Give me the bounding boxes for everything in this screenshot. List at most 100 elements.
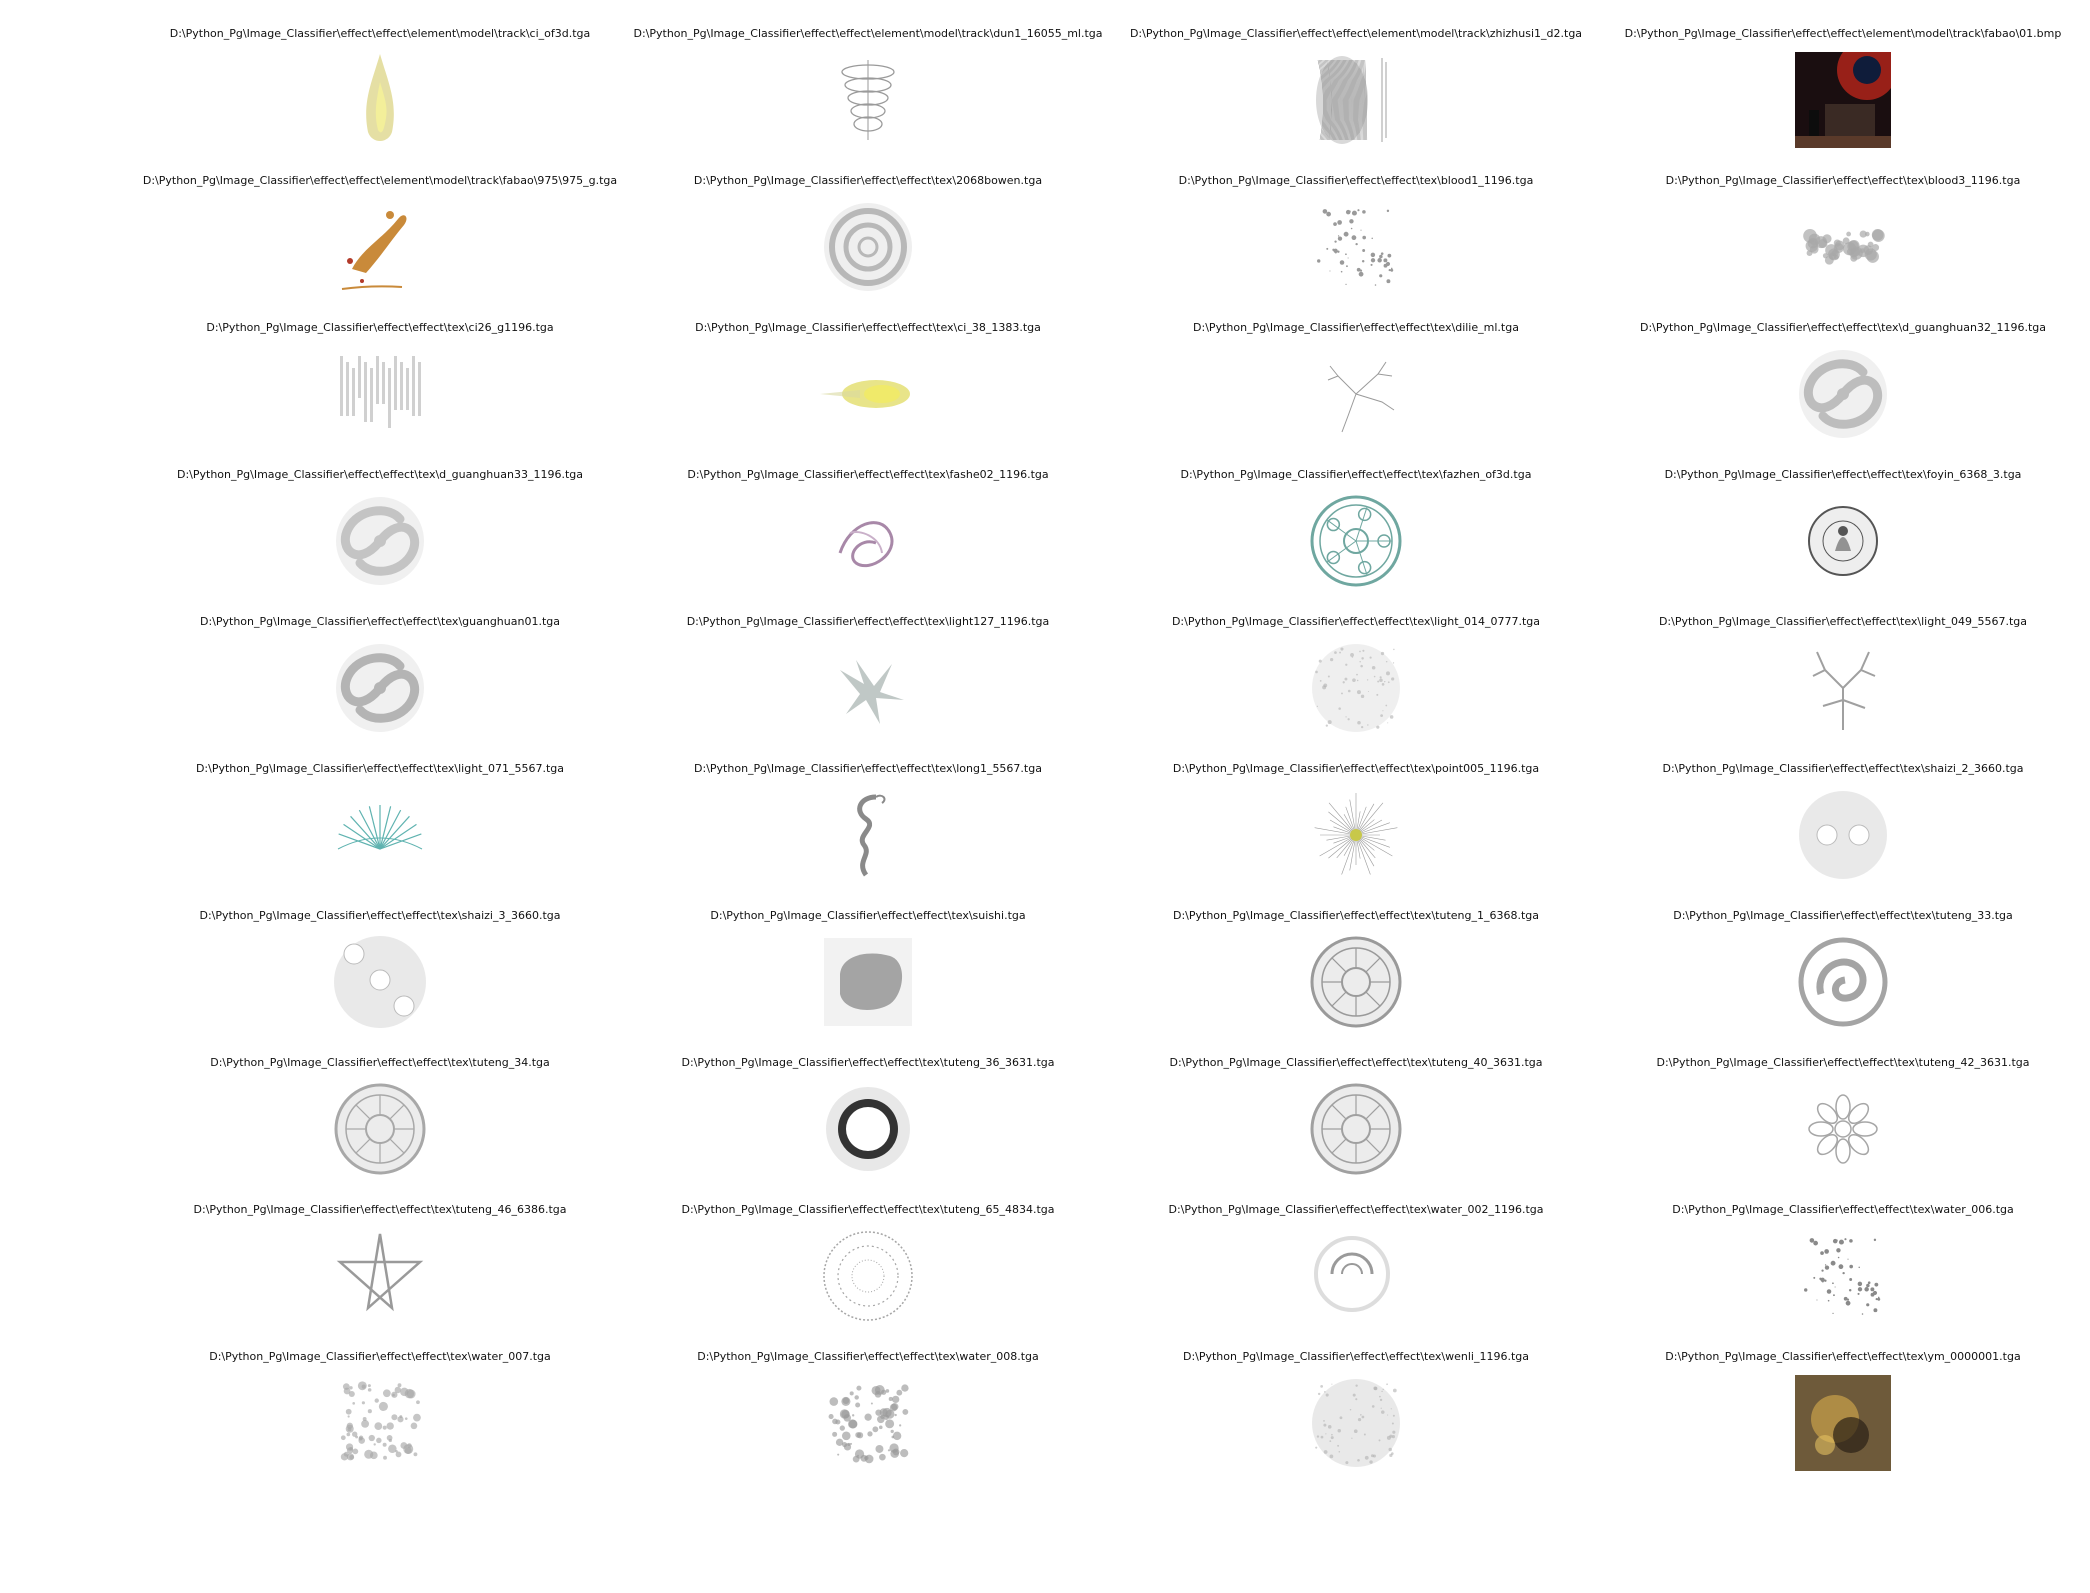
thumbnail-cell: D:\Python_Pg\Image_Classifier\effect\eff… (1096, 172, 1616, 319)
file-path-caption: D:\Python_Pg\Image_Classifier\effect\eff… (686, 615, 1050, 628)
texture-thumbnail-lightning (820, 640, 916, 736)
file-path-caption: D:\Python_Pg\Image_Classifier\effect\eff… (1193, 321, 1519, 334)
thumbnail-cell: D:\Python_Pg\Image_Classifier\effect\eff… (1583, 907, 2090, 1054)
file-path-caption: D:\Python_Pg\Image_Classifier\effect\eff… (1172, 909, 1539, 922)
thumbnail-cell: D:\Python_Pg\Image_Classifier\effect\eff… (120, 613, 640, 760)
thumbnail-cell: D:\Python_Pg\Image_Classifier\effect\eff… (608, 25, 1128, 172)
texture-thumbnail-haze (1308, 1375, 1404, 1471)
texture-thumbnail-splash (332, 199, 428, 295)
thumbnail-cell: D:\Python_Pg\Image_Classifier\effect\eff… (608, 172, 1128, 319)
thumbnail-cell: D:\Python_Pg\Image_Classifier\effect\eff… (1096, 613, 1616, 760)
thumbnail-cell: D:\Python_Pg\Image_Classifier\effect\eff… (608, 466, 1128, 613)
texture-thumbnail-ripple (1308, 1228, 1404, 1324)
texture-thumbnail-swirl (332, 493, 428, 589)
thumbnail-cell: D:\Python_Pg\Image_Classifier\effect\eff… (608, 1054, 1128, 1201)
texture-thumbnail-circle (1308, 493, 1404, 589)
texture-thumbnail-fan (332, 787, 428, 883)
texture-thumbnail-medallion (1308, 1081, 1404, 1177)
file-path-caption: D:\Python_Pg\Image_Classifier\effect\eff… (697, 1350, 1039, 1363)
file-path-caption: D:\Python_Pg\Image_Classifier\effect\eff… (1169, 1056, 1543, 1069)
thumbnail-cell: D:\Python_Pg\Image_Classifier\effect\eff… (1583, 1201, 2090, 1348)
file-path-caption: D:\Python_Pg\Image_Classifier\effect\eff… (199, 615, 560, 628)
texture-thumbnail-medallion (332, 1081, 428, 1177)
thumbnail-cell: D:\Python_Pg\Image_Classifier\effect\eff… (1096, 1201, 1616, 1348)
texture-grid: D:\Python_Pg\Image_Classifier\effect\eff… (0, 0, 2090, 1593)
texture-thumbnail-dots3 (332, 934, 428, 1030)
thumbnail-cell: D:\Python_Pg\Image_Classifier\effect\eff… (1583, 466, 2090, 613)
thumbnail-cell: D:\Python_Pg\Image_Classifier\effect\eff… (120, 1201, 640, 1348)
thumbnail-cell: D:\Python_Pg\Image_Classifier\effect\eff… (608, 1348, 1128, 1495)
texture-thumbnail-dottedcircle (820, 1228, 916, 1324)
thumbnail-cell: D:\Python_Pg\Image_Classifier\effect\eff… (120, 1348, 640, 1495)
texture-thumbnail-mottled (332, 1375, 428, 1471)
texture-thumbnail-swirl (1795, 346, 1891, 442)
file-path-caption: D:\Python_Pg\Image_Classifier\effect\eff… (1172, 762, 1540, 775)
texture-thumbnail-star (332, 1228, 428, 1324)
file-path-caption: D:\Python_Pg\Image_Classifier\effect\eff… (1672, 1203, 2014, 1216)
texture-thumbnail-rings (820, 199, 916, 295)
file-path-caption: D:\Python_Pg\Image_Classifier\effect\eff… (195, 762, 565, 775)
thumbnail-cell: D:\Python_Pg\Image_Classifier\effect\eff… (1096, 1348, 1616, 1495)
texture-thumbnail-beam (820, 346, 916, 442)
thumbnail-cell: D:\Python_Pg\Image_Classifier\effect\eff… (1096, 466, 1616, 613)
texture-thumbnail-specks (1795, 1228, 1891, 1324)
texture-thumbnail-cloud (1795, 199, 1891, 295)
texture-thumbnail-photo (1795, 52, 1891, 148)
file-path-caption: D:\Python_Pg\Image_Classifier\effect\eff… (1665, 1350, 2021, 1363)
file-path-caption: D:\Python_Pg\Image_Classifier\effect\eff… (1656, 1056, 2030, 1069)
file-path-caption: D:\Python_Pg\Image_Classifier\effect\eff… (681, 1056, 1055, 1069)
thumbnail-cell: D:\Python_Pg\Image_Classifier\effect\eff… (120, 907, 640, 1054)
thumbnail-cell: D:\Python_Pg\Image_Classifier\effect\eff… (120, 319, 640, 466)
file-path-caption: D:\Python_Pg\Image_Classifier\effect\eff… (1640, 321, 2046, 334)
file-path-caption: D:\Python_Pg\Image_Classifier\effect\eff… (1662, 762, 2024, 775)
texture-thumbnail-branch (1795, 640, 1891, 736)
file-path-caption: D:\Python_Pg\Image_Classifier\effect\eff… (1658, 615, 2028, 628)
texture-thumbnail-dots2 (1795, 787, 1891, 883)
file-path-caption: D:\Python_Pg\Image_Classifier\effect\eff… (199, 909, 561, 922)
file-path-caption: D:\Python_Pg\Image_Classifier\effect\eff… (694, 762, 1042, 775)
file-path-caption: D:\Python_Pg\Image_Classifier\effect\eff… (687, 468, 1049, 481)
file-path-caption: D:\Python_Pg\Image_Classifier\effect\eff… (1168, 1203, 1544, 1216)
thumbnail-cell: D:\Python_Pg\Image_Classifier\effect\eff… (1583, 319, 2090, 466)
file-path-caption: D:\Python_Pg\Image_Classifier\effect\eff… (210, 1056, 550, 1069)
file-path-caption: D:\Python_Pg\Image_Classifier\effect\eff… (177, 468, 583, 481)
file-path-caption: D:\Python_Pg\Image_Classifier\effect\eff… (681, 1203, 1055, 1216)
texture-thumbnail-cracks (1308, 346, 1404, 442)
texture-thumbnail-ornament (820, 52, 916, 148)
thumbnail-cell: D:\Python_Pg\Image_Classifier\effect\eff… (608, 760, 1128, 907)
texture-thumbnail-flame (332, 52, 428, 148)
file-path-caption: D:\Python_Pg\Image_Classifier\effect\eff… (695, 321, 1041, 334)
texture-thumbnail-wisp (820, 493, 916, 589)
thumbnail-cell: D:\Python_Pg\Image_Classifier\effect\eff… (608, 907, 1128, 1054)
thumbnail-cell: D:\Python_Pg\Image_Classifier\effect\eff… (120, 25, 640, 172)
texture-thumbnail-photo2 (1795, 1375, 1891, 1471)
thumbnail-cell: D:\Python_Pg\Image_Classifier\effect\eff… (608, 613, 1128, 760)
texture-thumbnail-dragon (820, 787, 916, 883)
file-path-caption: D:\Python_Pg\Image_Classifier\effect\eff… (1178, 174, 1534, 187)
file-path-caption: D:\Python_Pg\Image_Classifier\effect\eff… (1665, 174, 2021, 187)
thumbnail-cell: D:\Python_Pg\Image_Classifier\effect\eff… (1096, 760, 1616, 907)
file-path-caption: D:\Python_Pg\Image_Classifier\effect\eff… (169, 27, 591, 40)
file-path-caption: D:\Python_Pg\Image_Classifier\effect\eff… (1624, 27, 2062, 40)
thumbnail-cell: D:\Python_Pg\Image_Classifier\effect\eff… (1583, 25, 2090, 172)
thumbnail-cell: D:\Python_Pg\Image_Classifier\effect\eff… (1096, 1054, 1616, 1201)
thumbnail-cell: D:\Python_Pg\Image_Classifier\effect\eff… (1583, 1054, 2090, 1201)
file-path-caption: D:\Python_Pg\Image_Classifier\effect\eff… (1664, 468, 2022, 481)
texture-thumbnail-blob (820, 934, 916, 1030)
thumbnail-cell: D:\Python_Pg\Image_Classifier\effect\eff… (120, 1054, 640, 1201)
thumbnail-cell: D:\Python_Pg\Image_Classifier\effect\eff… (120, 760, 640, 907)
texture-thumbnail-haze (1308, 640, 1404, 736)
thumbnail-cell: D:\Python_Pg\Image_Classifier\effect\eff… (120, 466, 640, 613)
thumbnail-cell: D:\Python_Pg\Image_Classifier\effect\eff… (1583, 760, 2090, 907)
file-path-caption: D:\Python_Pg\Image_Classifier\effect\eff… (1129, 27, 1583, 40)
thumbnail-cell: D:\Python_Pg\Image_Classifier\effect\eff… (1583, 613, 2090, 760)
texture-thumbnail-mottled (820, 1375, 916, 1471)
texture-thumbnail-strands (1308, 52, 1404, 148)
texture-thumbnail-flower (1795, 1081, 1891, 1177)
texture-thumbnail-streaks (332, 346, 428, 442)
file-path-caption: D:\Python_Pg\Image_Classifier\effect\eff… (710, 909, 1026, 922)
thumbnail-cell: D:\Python_Pg\Image_Classifier\effect\eff… (1096, 319, 1616, 466)
file-path-caption: D:\Python_Pg\Image_Classifier\effect\eff… (1171, 615, 1541, 628)
thumbnail-cell: D:\Python_Pg\Image_Classifier\effect\eff… (1583, 1348, 2090, 1495)
texture-thumbnail-sun (820, 1081, 916, 1177)
